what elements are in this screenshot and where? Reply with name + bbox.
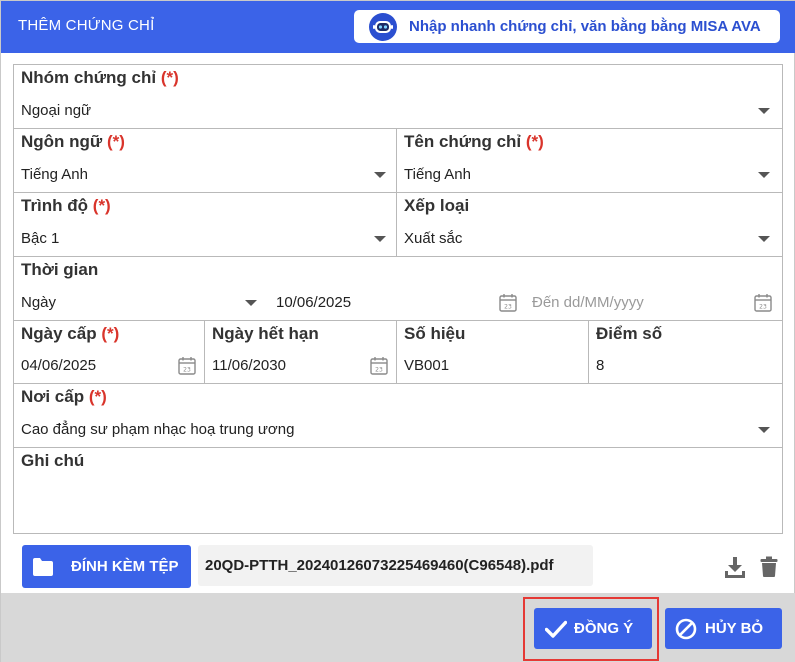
required-mark: (*) bbox=[525, 132, 544, 151]
chevron-down-icon[interactable] bbox=[374, 236, 386, 242]
rating-label: Xếp loại bbox=[404, 196, 470, 215]
attached-file-chip[interactable]: 20QD-PTTH_20240126073225469460(C96548).p… bbox=[198, 545, 593, 586]
time-from-date-input[interactable]: 10/06/2025 bbox=[276, 294, 351, 311]
level-select-value: Bậc 1 bbox=[21, 230, 60, 247]
note-field[interactable]: Ghi chú bbox=[14, 448, 782, 533]
note-label: Ghi chú bbox=[21, 451, 85, 470]
certificate-name-label: Tên chứng chỉ (*) bbox=[404, 132, 544, 151]
calendar-icon[interactable]: 23 bbox=[499, 293, 517, 312]
time-field: Thời gian Ngày 10/06/2025 23 Đến dd/MM/y… bbox=[14, 257, 782, 321]
attached-file-name: 20QD-PTTH_20240126073225469460(C96548).p… bbox=[205, 557, 554, 574]
required-mark: (*) bbox=[160, 68, 179, 87]
expiry-date-input[interactable]: 11/06/2030 bbox=[212, 357, 286, 374]
required-mark: (*) bbox=[101, 324, 120, 343]
calendar-icon[interactable]: 23 bbox=[370, 356, 388, 375]
misa-ava-button-label: Nhập nhanh chứng chỉ, văn bằng bằng MISA… bbox=[409, 18, 761, 35]
language-label: Ngôn ngữ (*) bbox=[21, 132, 125, 151]
attach-file-button[interactable]: ĐÍNH KÈM TỆP bbox=[22, 545, 191, 588]
language-field[interactable]: Ngôn ngữ (*) Tiếng Anh bbox=[14, 129, 397, 193]
svg-text:23: 23 bbox=[759, 304, 767, 311]
group-field[interactable]: Nhóm chứng chỉ (*) Ngoại ngữ bbox=[14, 65, 782, 129]
required-mark: (*) bbox=[88, 387, 107, 406]
number-input[interactable]: VB001 bbox=[404, 357, 449, 374]
issuer-field[interactable]: Nơi cấp (*) Cao đẳng sư phạm nhạc hoạ tr… bbox=[14, 384, 782, 448]
dialog-header: THÊM CHỨNG CHỈ Nhập nhanh chứng chỉ, văn… bbox=[1, 1, 795, 53]
time-unit-select-value[interactable]: Ngày bbox=[21, 294, 56, 311]
required-mark: (*) bbox=[106, 132, 125, 151]
level-label: Trình độ (*) bbox=[21, 196, 111, 215]
language-select-value: Tiếng Anh bbox=[21, 166, 88, 183]
required-mark: (*) bbox=[92, 196, 111, 215]
svg-text:23: 23 bbox=[504, 304, 512, 311]
group-label: Nhóm chứng chỉ (*) bbox=[21, 68, 179, 87]
ok-button[interactable]: ĐỒNG Ý bbox=[534, 608, 652, 649]
number-label: Số hiệu bbox=[404, 324, 466, 343]
rating-select-value: Xuất sắc bbox=[404, 230, 463, 247]
folder-icon bbox=[33, 557, 53, 576]
chevron-down-icon[interactable] bbox=[374, 172, 386, 178]
attach-file-label: ĐÍNH KÈM TỆP bbox=[71, 558, 179, 575]
svg-text:23: 23 bbox=[183, 367, 191, 374]
certificate-form: Nhóm chứng chỉ (*) Ngoại ngữ Ngôn ngữ (*… bbox=[13, 64, 783, 534]
time-to-date-input[interactable]: Đến dd/MM/yyyy bbox=[532, 294, 644, 311]
cancel-button-label: HỦY BỎ bbox=[705, 620, 764, 637]
group-select-value: Ngoại ngữ bbox=[21, 102, 92, 119]
rating-field[interactable]: Xếp loại Xuất sắc bbox=[397, 193, 782, 257]
download-icon[interactable] bbox=[724, 556, 746, 579]
expiry-date-label: Ngày hết hạn bbox=[212, 324, 319, 343]
add-certificate-dialog: THÊM CHỨNG CHỈ Nhập nhanh chứng chỉ, văn… bbox=[0, 0, 795, 662]
ok-button-label: ĐỒNG Ý bbox=[574, 620, 634, 637]
score-input[interactable]: 8 bbox=[596, 357, 604, 374]
certificate-name-select-value: Tiếng Anh bbox=[404, 166, 471, 183]
certificate-name-field[interactable]: Tên chứng chỉ (*) Tiếng Anh bbox=[397, 129, 782, 193]
chevron-down-icon[interactable] bbox=[758, 108, 770, 114]
issuer-select-value: Cao đẳng sư phạm nhạc hoạ trung ương bbox=[21, 421, 295, 438]
calendar-icon[interactable]: 23 bbox=[178, 356, 196, 375]
number-field[interactable]: Số hiệu VB001 bbox=[397, 321, 589, 384]
score-label: Điểm số bbox=[596, 324, 663, 343]
trash-icon[interactable] bbox=[760, 556, 778, 577]
cancel-button[interactable]: HỦY BỎ bbox=[665, 608, 782, 649]
misa-ava-quick-import-button[interactable]: Nhập nhanh chứng chỉ, văn bằng bằng MISA… bbox=[354, 10, 780, 43]
chevron-down-icon[interactable] bbox=[758, 427, 770, 433]
issue-date-input[interactable]: 04/06/2025 bbox=[21, 357, 96, 374]
robot-icon bbox=[369, 12, 397, 41]
check-icon bbox=[545, 620, 567, 638]
chevron-down-icon[interactable] bbox=[758, 236, 770, 242]
ban-icon bbox=[675, 618, 697, 639]
dialog-title: THÊM CHỨNG CHỈ bbox=[18, 17, 155, 34]
level-field[interactable]: Trình độ (*) Bậc 1 bbox=[14, 193, 397, 257]
chevron-down-icon[interactable] bbox=[245, 300, 257, 306]
svg-text:23: 23 bbox=[375, 367, 383, 374]
issue-date-field[interactable]: Ngày cấp (*) 04/06/2025 23 bbox=[14, 321, 205, 384]
expiry-date-field[interactable]: Ngày hết hạn 11/06/2030 23 bbox=[205, 321, 397, 384]
calendar-icon[interactable]: 23 bbox=[754, 293, 772, 312]
score-field[interactable]: Điểm số 8 bbox=[589, 321, 782, 384]
chevron-down-icon[interactable] bbox=[758, 172, 770, 178]
time-label: Thời gian bbox=[21, 260, 99, 279]
issuer-label: Nơi cấp (*) bbox=[21, 387, 107, 406]
issue-date-label: Ngày cấp (*) bbox=[21, 324, 120, 343]
